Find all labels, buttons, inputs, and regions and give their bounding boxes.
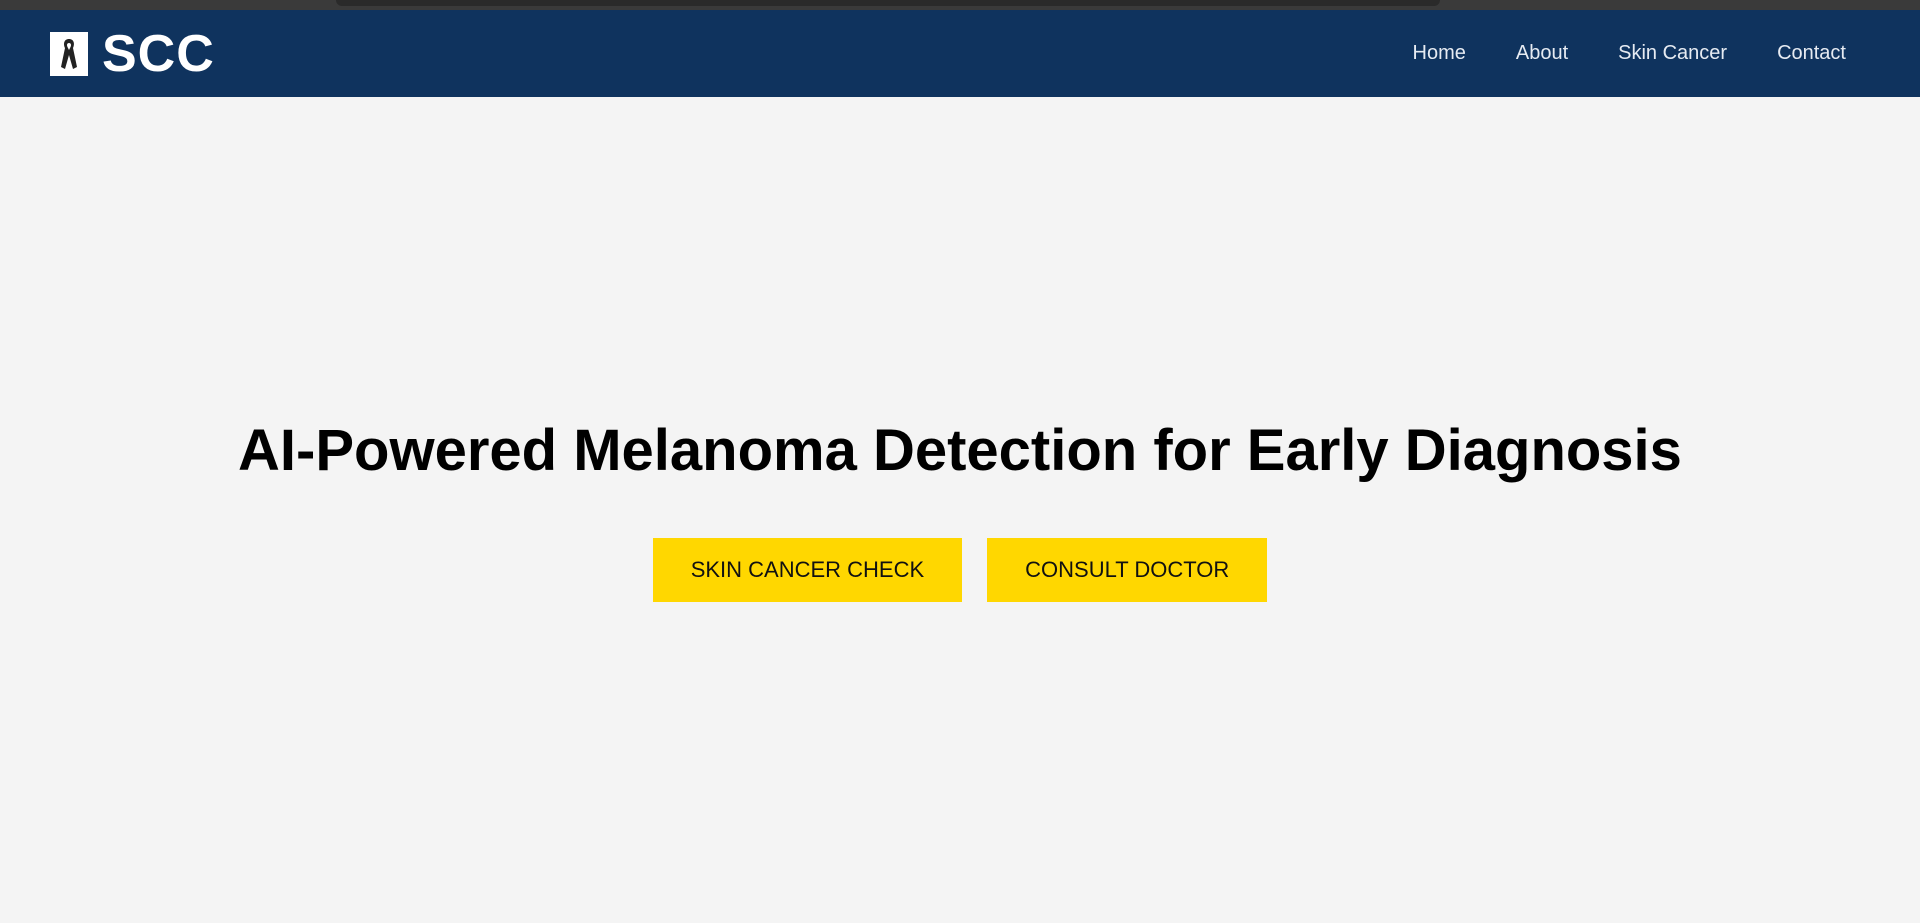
nav-link-skin-cancer[interactable]: Skin Cancer [1618,42,1727,65]
awareness-ribbon-icon [50,32,88,76]
nav-link-contact[interactable]: Contact [1777,42,1846,65]
hero-section: AI-Powered Melanoma Detection for Early … [0,97,1920,923]
nav-link-home[interactable]: Home [1413,42,1466,65]
cta-row: SKIN CANCER CHECK CONSULT DOCTOR [0,538,1920,602]
browser-top-strip [0,0,1920,10]
brand-name: SCC [102,25,215,83]
hero-title: AI-Powered Melanoma Detection for Early … [238,418,1682,483]
main-nav: Home About Skin Cancer Contact [1363,10,1847,97]
browser-tab-edge [336,0,1440,6]
consult-doctor-button[interactable]: CONSULT DOCTOR [987,538,1268,602]
skin-cancer-check-button[interactable]: SKIN CANCER CHECK [652,538,963,602]
brand-logo[interactable]: SCC [50,25,215,83]
navbar: SCC Home About Skin Cancer Contact [0,10,1920,97]
nav-link-about[interactable]: About [1516,42,1568,65]
